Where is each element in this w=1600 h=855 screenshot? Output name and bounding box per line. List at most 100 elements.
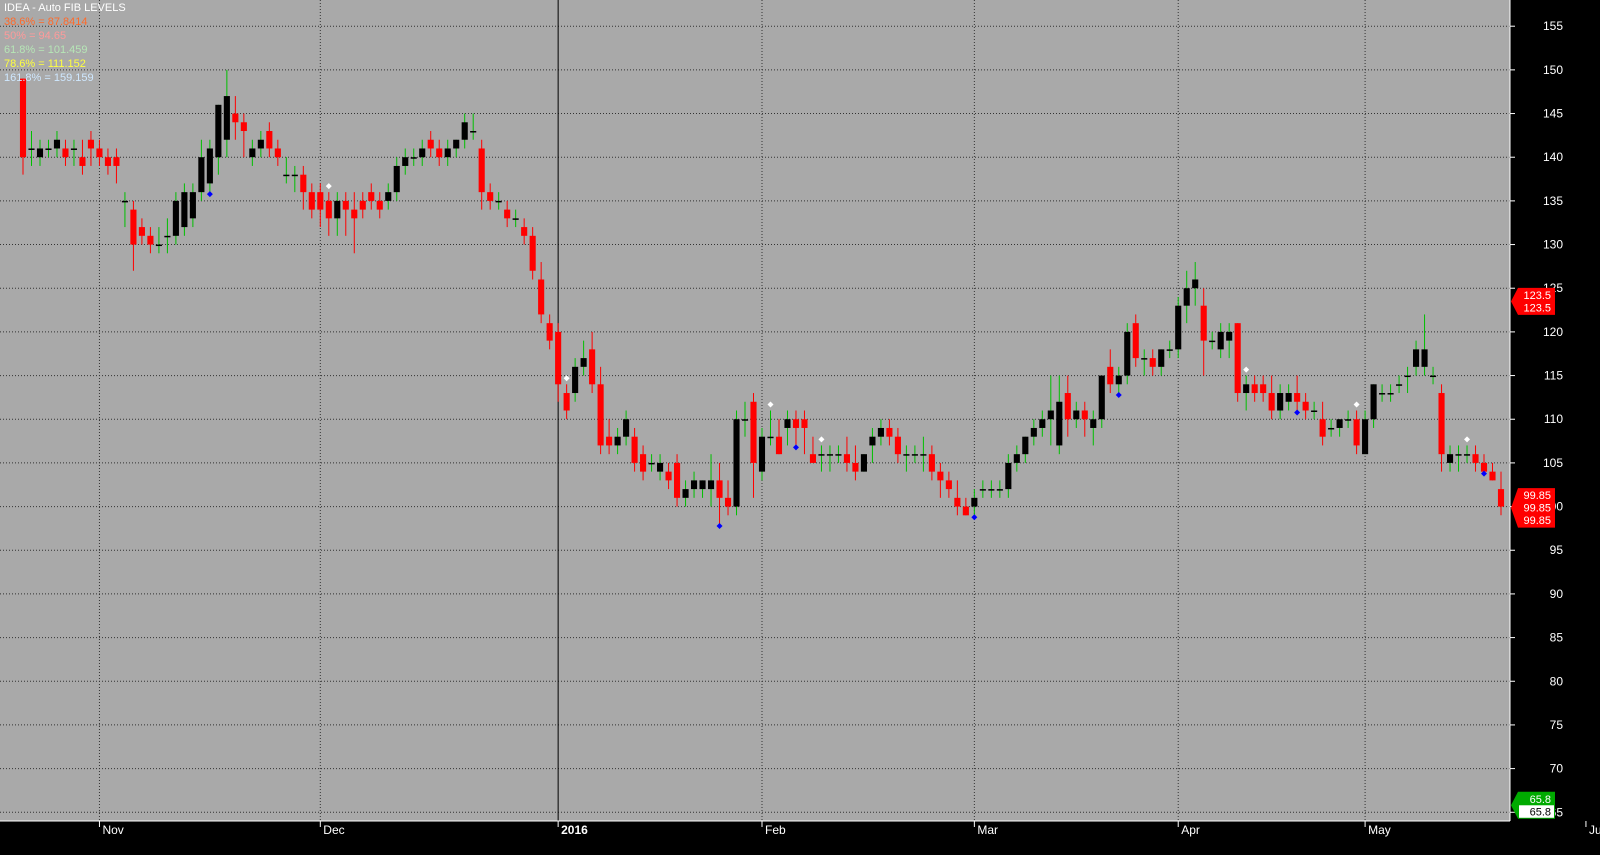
candle-body-up: [1379, 393, 1386, 395]
price-tag-value: 65.8: [1530, 794, 1551, 806]
candle-body-up: [393, 165, 400, 193]
candle-body-down: [1132, 323, 1139, 359]
y-tick-label: 140: [1543, 150, 1563, 164]
candle-body-down: [1200, 305, 1207, 341]
candle-body-up: [1005, 462, 1012, 490]
candle-body-down: [665, 471, 672, 481]
candle-body-up: [1141, 358, 1148, 360]
candle-body-down: [1149, 358, 1156, 367]
candle-body-up: [189, 192, 196, 219]
candle-body-up: [164, 235, 171, 238]
candle-body-down: [563, 393, 570, 411]
candle-body-down: [716, 480, 723, 498]
y-tick-label: 85: [1550, 631, 1564, 645]
candle-body-up: [1175, 305, 1182, 350]
candle-body-down: [19, 78, 27, 158]
price-tag-value: 65.8: [1530, 806, 1551, 818]
candle-body-up: [614, 436, 621, 446]
candle-body-up: [580, 358, 587, 367]
candle-body-down: [521, 227, 528, 236]
chart-info-panel: IDEA - Auto FIB LEVELS 38.6% = 87.8414 5…: [4, 1, 126, 85]
candle-body-down: [147, 235, 154, 245]
fib-level-78: 78.6% = 111.152: [4, 58, 86, 70]
candle-body-up: [741, 419, 749, 421]
candle-body-up: [28, 148, 35, 150]
candle-body-down: [317, 192, 324, 210]
candle-body-up: [1328, 427, 1335, 430]
candle-body-down: [113, 157, 120, 166]
x-axis-panel[interactable]: [0, 821, 1510, 855]
candle-body-down: [1480, 462, 1488, 472]
candle-body-up: [869, 436, 876, 446]
candle-body-up: [707, 480, 715, 490]
candle-body-up: [1192, 279, 1199, 289]
candle-body-down: [809, 454, 817, 463]
candle-body-up: [648, 462, 655, 465]
x-tick-label: Dec: [323, 823, 344, 837]
candle-body-up: [1404, 375, 1411, 378]
y-tick-label: 105: [1543, 456, 1563, 470]
candle-body-up: [860, 454, 867, 472]
candle-body-up: [45, 148, 52, 150]
price-tag-value: 123.5: [1523, 302, 1551, 314]
y-tick-label: 90: [1550, 587, 1564, 601]
y-tick-label: 120: [1543, 325, 1563, 339]
candlestick-chart[interactable]: 1551501451401351301251201151101051009590…: [0, 0, 1600, 855]
candle-body-up: [1022, 436, 1029, 455]
candle-body-down: [1081, 410, 1088, 420]
candle-body-down: [546, 323, 553, 341]
fib-level-38: 38.6% = 87.8414: [4, 16, 88, 28]
x-tick-label: Mar: [977, 823, 998, 837]
candle-body-down: [1251, 384, 1258, 394]
candle-body-down: [1489, 471, 1496, 481]
candle-body-up: [1370, 384, 1377, 420]
chart-title: IDEA - Auto FIB LEVELS: [4, 2, 126, 14]
candle-body-up: [1183, 288, 1190, 306]
candle-body-up: [1446, 454, 1454, 463]
candle-body-up: [444, 148, 451, 158]
candle-body-down: [801, 419, 808, 428]
candle-body-down: [843, 454, 851, 463]
candle-body-up: [1429, 375, 1437, 378]
candle-body-down: [478, 148, 485, 193]
x-tick-label: Nov: [102, 823, 123, 837]
candle-body-up: [1421, 349, 1428, 367]
candle-body-up: [1090, 419, 1097, 428]
candle-body-down: [427, 139, 434, 149]
candle-body-up: [334, 200, 341, 219]
y-tick-label: 155: [1543, 19, 1563, 33]
candle-body-up: [402, 157, 409, 166]
candle-body-down: [954, 497, 961, 507]
candle-body-down: [376, 200, 383, 210]
candle-body-up: [121, 200, 128, 203]
candle-body-up: [835, 454, 842, 456]
candle-body-up: [1098, 375, 1105, 420]
y-tick-label: 95: [1550, 543, 1564, 557]
candle-body-down: [96, 148, 103, 158]
candle-body-down: [589, 349, 596, 385]
x-tick-label: 2016: [561, 823, 588, 837]
candle-body-up: [572, 366, 579, 394]
candle-body-down: [351, 209, 358, 219]
candle-body-down: [1472, 454, 1479, 463]
candle-body-up: [257, 139, 264, 149]
candle-body-down: [606, 436, 613, 446]
candle-body-down: [1268, 393, 1275, 411]
candle-body-down: [886, 427, 893, 437]
candle-body-up: [470, 131, 477, 133]
candle-body-up: [911, 454, 918, 456]
candle-body-up: [682, 489, 689, 498]
candle-body-up: [971, 497, 978, 507]
y-tick-label: 115: [1544, 369, 1563, 383]
candle-body-down: [852, 462, 859, 472]
candle-body-down: [368, 192, 375, 201]
candle-body-down: [962, 506, 969, 516]
candle-body-down: [555, 331, 562, 385]
chart-window[interactable]: 1551501451401351301251201151101051009590…: [0, 0, 1600, 855]
candle-body-down: [894, 436, 901, 455]
price-tag: 123.5123.5: [1511, 287, 1555, 315]
candle-body-up: [181, 192, 188, 228]
candle-body-down: [631, 436, 638, 463]
candle-body-down: [436, 148, 443, 158]
y-tick-label: 110: [1544, 412, 1563, 426]
